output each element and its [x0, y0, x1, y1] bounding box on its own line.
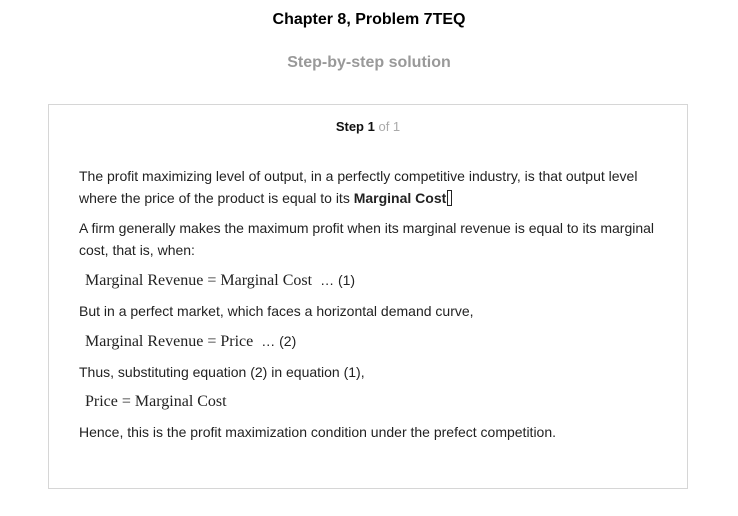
paragraph-4: Thus, substituting equation (2) in equat… — [79, 364, 365, 380]
equation-3-text: Price = Marginal Cost — [85, 393, 227, 410]
solution-page: Chapter 8, Problem 7TEQ Step-by-step sol… — [0, 0, 738, 516]
equation-2-text: Marginal Revenue = Price — [85, 333, 254, 350]
paragraph-3: But in a perfect market, which faces a h… — [79, 303, 474, 319]
equation-1-text: Marginal Revenue = Marginal Cost — [85, 272, 313, 289]
paragraph-5: Hence, this is the profit maximization c… — [79, 424, 557, 440]
page-title: Chapter 8, Problem 7TEQ — [272, 11, 466, 28]
page-subtitle: Step-by-step solution — [287, 54, 451, 71]
equation-1: Marginal Revenue = Marginal Cost … (1) — [85, 269, 669, 292]
step-indicator: Step 1 of 1 — [49, 119, 687, 134]
solution-card: Step 1 of 1 The profit maximizing level … — [48, 104, 688, 489]
marginal-cost-term: Marginal Cost — [353, 190, 447, 206]
solution-content: The profit maximizing level of output, i… — [79, 165, 669, 451]
equation-3: Price = Marginal Cost — [85, 391, 669, 413]
equation-2: Marginal Revenue = Price … (2) — [85, 330, 669, 353]
equation-1-ref: … (1) — [320, 272, 356, 288]
equation-2-ref: … (2) — [261, 333, 297, 349]
step-count: of 1 — [378, 119, 401, 134]
step-label: Step 1 — [335, 119, 375, 134]
paragraph-2: A firm generally makes the maximum profi… — [79, 220, 655, 258]
text-cursor-icon — [447, 190, 453, 206]
paragraph-1: The profit maximizing level of output, i… — [79, 165, 669, 209]
